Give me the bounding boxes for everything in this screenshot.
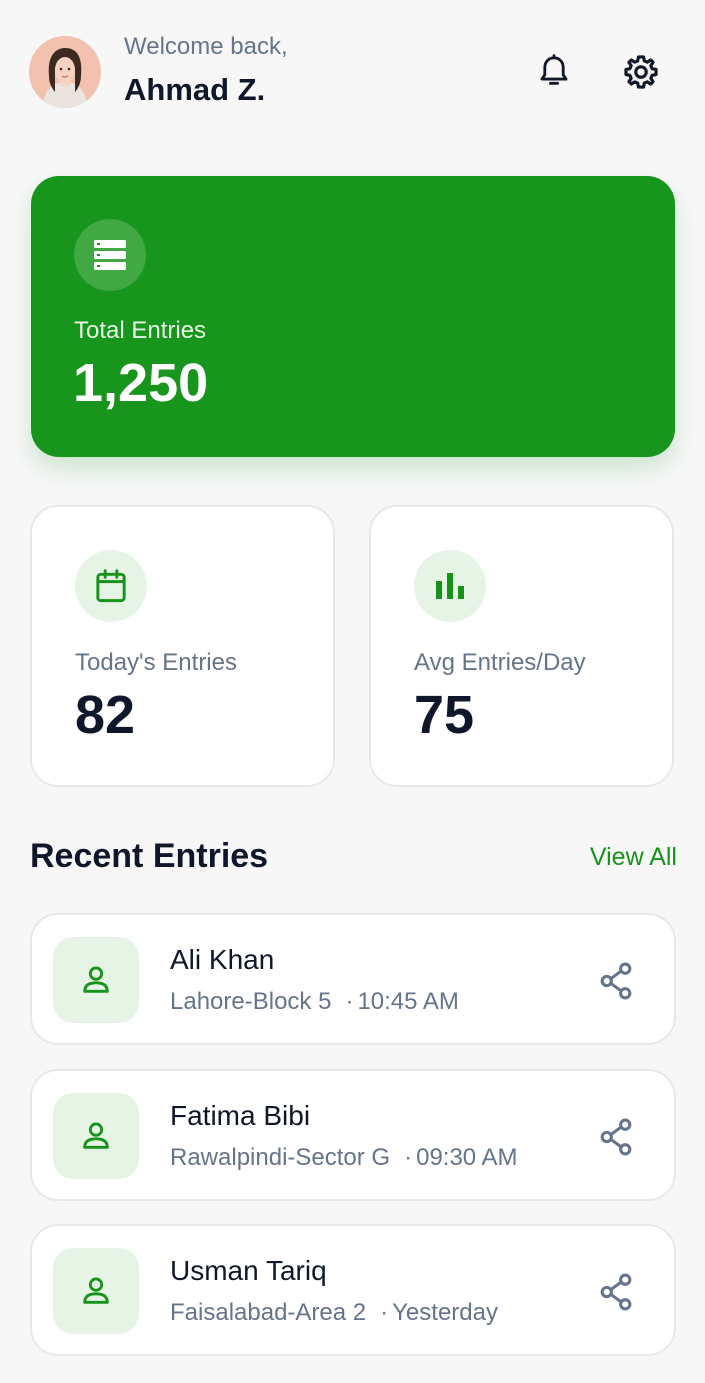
list-item[interactable]: Usman Tariq Faisalabad-Area 2 · Yesterday <box>30 1224 676 1356</box>
total-icon-wrap <box>74 219 146 291</box>
view-all-link[interactable]: View All <box>590 843 677 872</box>
total-entries-card[interactable]: Total Entries 1,250 <box>31 176 675 457</box>
entry-name: Ali Khan <box>170 944 275 975</box>
entry-location: Rawalpindi-Sector G <box>170 1144 391 1171</box>
list-item[interactable]: Fatima Bibi Rawalpindi-Sector G · 09:30 AM <box>30 1069 676 1201</box>
avatar[interactable] <box>29 36 101 108</box>
separator-dot: · <box>404 1144 413 1171</box>
recent-entries-title: Recent Entries <box>30 837 269 875</box>
entry-location: Faisalabad-Area 2 <box>170 1299 367 1326</box>
bell-icon <box>540 54 568 85</box>
avg-entries-card[interactable]: Avg Entries/Day 75 <box>369 505 674 787</box>
calendar-icon-wrap <box>75 550 147 622</box>
separator-dot: · <box>380 1299 389 1326</box>
todays-entries-card[interactable]: Today's Entries 82 <box>30 505 335 787</box>
person-icon-wrap <box>53 937 139 1023</box>
separator-dot: · <box>345 988 354 1015</box>
list-item[interactable]: Ali Khan Lahore-Block 5 · 10:45 AM <box>30 913 676 1045</box>
user-name: Ahmad Z. <box>124 72 266 107</box>
share-button[interactable] <box>594 1270 638 1314</box>
gear-icon <box>624 55 658 89</box>
settings-button[interactable] <box>617 48 665 96</box>
entry-meta: Lahore-Block 5 · 10:45 AM <box>170 988 459 1016</box>
person-icon <box>83 1277 109 1304</box>
share-icon <box>600 1118 632 1156</box>
entry-time: 09:30 AM <box>416 1144 518 1171</box>
calendar-icon <box>96 569 126 603</box>
avatar-portrait-icon <box>29 36 101 108</box>
entry-name: Fatima Bibi <box>170 1100 311 1131</box>
person-icon <box>83 966 109 993</box>
person-icon <box>83 1122 109 1149</box>
avg-entries-label: Avg Entries/Day <box>414 649 586 676</box>
entry-time: 10:45 AM <box>357 988 459 1015</box>
entry-time: Yesterday <box>392 1299 498 1326</box>
todays-entries-value: 82 <box>75 685 136 745</box>
entry-meta: Faisalabad-Area 2 · Yesterday <box>170 1299 498 1327</box>
notifications-button[interactable] <box>530 48 578 96</box>
avg-entries-value: 75 <box>414 685 475 745</box>
share-icon <box>600 962 632 1000</box>
share-button[interactable] <box>594 1115 638 1159</box>
share-icon <box>600 1273 632 1311</box>
person-icon-wrap <box>53 1248 139 1334</box>
person-icon-wrap <box>53 1093 139 1179</box>
entry-location: Lahore-Block 5 <box>170 988 332 1015</box>
entry-meta: Rawalpindi-Sector G · 09:30 AM <box>170 1144 518 1172</box>
share-button[interactable] <box>594 959 638 1003</box>
total-entries-value: 1,250 <box>73 353 209 413</box>
todays-entries-label: Today's Entries <box>75 649 237 676</box>
app-header: Welcome back, Ahmad Z. <box>0 0 705 150</box>
database-icon <box>94 240 126 270</box>
bar-chart-icon-wrap <box>414 550 486 622</box>
welcome-text: Welcome back, <box>124 33 288 60</box>
total-entries-label: Total Entries <box>74 317 207 344</box>
bar-chart-icon <box>436 573 464 599</box>
entry-name: Usman Tariq <box>170 1255 327 1286</box>
